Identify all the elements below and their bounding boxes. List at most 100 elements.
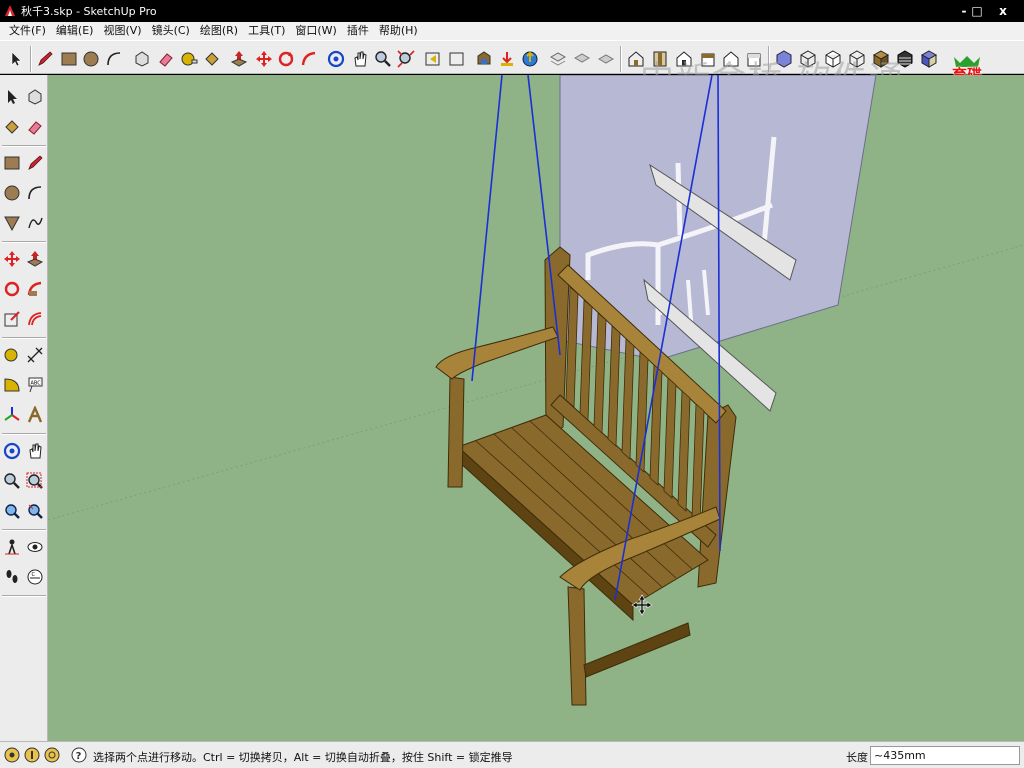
menu-draw[interactable]: 绘图(R) [195,22,243,40]
eraser-icon[interactable] [155,48,177,70]
eraser-icon[interactable] [24,116,46,138]
select-tool-icon[interactable] [1,86,23,108]
protractor-icon[interactable] [1,374,23,396]
pan-icon[interactable] [24,440,46,462]
model-viewport[interactable] [48,75,1024,741]
bench-stretcher[interactable] [583,622,691,678]
status-bar: ? 选择两个点进行移动。Ctrl = 切换拷贝，Alt = 切换自动折叠，按住 … [0,741,1024,768]
rectangle-icon[interactable] [1,152,23,174]
look-around-icon[interactable] [24,536,46,558]
rotate-icon[interactable] [1,278,23,300]
user-icon[interactable] [44,747,60,763]
zoom-extents-icon[interactable] [395,48,417,70]
menu-window[interactable]: 窗口(W) [290,22,341,40]
zoom-icon[interactable] [372,48,394,70]
zoom-icon[interactable] [1,470,23,492]
freehand-icon[interactable] [24,212,46,234]
pencil-icon[interactable] [34,48,56,70]
toolbar-separator [620,46,622,72]
make-component-icon[interactable] [24,86,46,108]
3d-warehouse-icon[interactable] [473,48,495,70]
select-tool-icon[interactable] [5,48,27,70]
credits-icon[interactable] [24,747,40,763]
svg-text:C: C [32,572,36,578]
axes-icon[interactable] [1,404,23,426]
menu-camera[interactable]: 镜头(C) [147,22,195,40]
tape-measure-icon[interactable] [178,48,200,70]
share-model-icon[interactable] [519,48,541,70]
left-toolbar: ABC C [0,75,48,741]
text-tool-icon[interactable]: ABC [24,374,46,396]
follow-me-icon[interactable] [24,278,46,300]
polygon-icon[interactable] [1,212,23,234]
instructor-help-icon[interactable]: ? [71,747,87,763]
push-pull-icon[interactable] [228,48,250,70]
pan-icon[interactable] [349,48,371,70]
menu-bar: 文件(F) 编辑(E) 视图(V) 镜头(C) 绘图(R) 工具(T) 窗口(W… [0,22,1024,40]
main-toolbar: 中新金桥 软件通 育碟 软件 [0,40,1024,99]
next-view-icon[interactable] [446,48,468,70]
push-pull-icon[interactable] [24,248,46,270]
menu-view[interactable]: 视图(V) [98,22,146,40]
svg-text:ABC: ABC [31,381,42,387]
menu-tools[interactable]: 工具(T) [243,22,290,40]
window-title: 秋千3.skp - SketchUp Pro [21,5,157,18]
follow-me-icon[interactable] [298,48,320,70]
get-models-icon[interactable] [496,48,518,70]
arc-icon[interactable] [103,48,125,70]
toolbar-separator [2,433,46,435]
move-icon[interactable] [253,48,275,70]
toolbar-separator [2,529,46,531]
color-by-layer-icon[interactable] [918,48,940,70]
maximize-button[interactable]: □ [967,2,987,20]
bench-armrest-left[interactable] [435,326,559,380]
pencil-icon[interactable] [24,152,46,174]
zoom-extents-icon[interactable] [1,500,23,522]
rectangle-icon[interactable] [58,48,80,70]
toolbar-separator [2,241,46,243]
walk-icon[interactable] [1,566,23,588]
add-location-icon[interactable] [547,48,569,70]
scene-canvas[interactable] [48,75,1024,741]
section-plane-icon[interactable]: C [24,566,46,588]
circle-icon[interactable] [1,182,23,204]
measurement-input[interactable]: ~435mm [870,746,1020,765]
orbit-icon[interactable] [1,440,23,462]
measurement-label: 长度 [846,751,868,764]
close-button[interactable]: x [993,2,1013,20]
position-camera-icon[interactable] [1,536,23,558]
zoom-window-icon[interactable] [24,470,46,492]
circle-icon[interactable] [80,48,102,70]
move-icon[interactable] [1,248,23,270]
previous-view-icon[interactable] [24,500,46,522]
toolbar-separator [2,595,46,597]
menu-plugins[interactable]: 插件 [342,22,374,40]
bench-front-leg-right[interactable] [567,586,587,706]
menu-edit[interactable]: 编辑(E) [51,22,99,40]
toolbar-separator [30,46,32,72]
make-component-icon[interactable] [131,48,153,70]
menu-help[interactable]: 帮助(H) [374,22,423,40]
toolbar-separator [2,145,46,147]
title-bar: 秋千3.skp - SketchUp Pro - □ x [0,0,1024,22]
3d-text-icon[interactable] [24,404,46,426]
arc-icon[interactable] [24,182,46,204]
toolbar-separator [2,337,46,339]
orbit-icon[interactable] [325,48,347,70]
geo-location-icon[interactable] [4,747,20,763]
svg-text:?: ? [76,751,82,762]
scale-icon[interactable] [1,308,23,330]
dimension-icon[interactable] [24,344,46,366]
offset-icon[interactable] [24,308,46,330]
menu-file[interactable]: 文件(F) [4,22,51,40]
sketchup-app-icon[interactable] [3,4,17,18]
toggle-terrain-icon[interactable] [571,48,593,70]
previous-view-icon[interactable] [422,48,444,70]
rotate-icon[interactable] [275,48,297,70]
bench-front-leg-left[interactable] [447,376,465,488]
paint-bucket-icon[interactable] [1,116,23,138]
photo-textures-icon[interactable] [595,48,617,70]
paint-bucket-icon[interactable] [201,48,223,70]
tape-measure-icon[interactable] [1,344,23,366]
status-message: 选择两个点进行移动。Ctrl = 切换拷贝，Alt = 切换自动折叠，按住 Sh… [93,751,513,764]
